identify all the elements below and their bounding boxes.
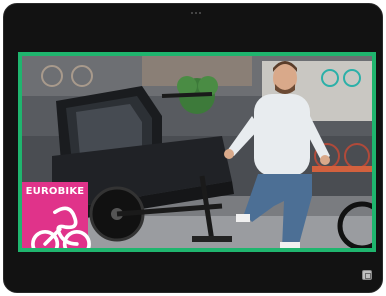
bicycle-logo-icon <box>31 206 91 248</box>
tablet-device: EUROBIKE <box>3 3 383 293</box>
video-player[interactable]: EUROBIKE <box>18 52 376 252</box>
eurobike-badge: EUROBIKE <box>22 182 91 248</box>
brand-name: EUROBIKE <box>25 186 85 197</box>
camera-icon <box>191 12 201 14</box>
window-icon[interactable] <box>362 270 372 280</box>
